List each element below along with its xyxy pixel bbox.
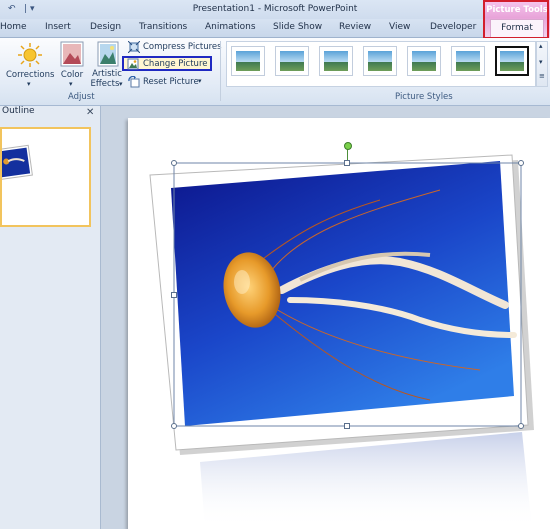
resize-handle-n[interactable] [344,160,350,166]
corrections-icon[interactable] [17,42,43,68]
slide-thumbnail[interactable] [0,127,91,227]
picture[interactable] [128,118,550,529]
tab-animations[interactable]: Animations [205,22,256,32]
tab-slide-show[interactable]: Slide Show [273,22,322,32]
picture-styles-group-label: Picture Styles [395,92,453,102]
picture-style-6[interactable] [451,46,485,76]
tab-home[interactable]: Home [0,22,27,32]
change-picture-button[interactable]: Change Picture [143,59,207,69]
window-title: Presentation1 - Microsoft PowerPoint [192,4,358,14]
close-pane-icon[interactable]: ✕ [86,107,94,118]
tab-transitions[interactable]: Transitions [139,22,187,32]
picture-style-7[interactable] [495,46,529,76]
artistic-effects-dropdown-icon[interactable]: ▾ [119,80,123,88]
artistic-effects-icon[interactable] [97,41,119,67]
adjust-group-label: Adjust [68,92,95,102]
color-button[interactable]: Color [58,70,86,80]
rotation-handle[interactable] [344,142,352,150]
tab-review[interactable]: Review [339,22,371,32]
corrections-dropdown-icon[interactable]: ▾ [27,80,31,88]
reset-picture-button[interactable]: Reset Picture [143,77,199,87]
compress-pictures-button[interactable]: Compress Pictures [143,42,222,52]
color-dropdown-icon[interactable]: ▾ [69,80,73,88]
reset-picture-icon[interactable] [128,75,140,88]
highlight-picture-tools [483,0,549,39]
tab-insert[interactable]: Insert [45,22,71,32]
slide-thumbnail-image [0,144,33,181]
gallery-up-icon[interactable]: ▴ [539,42,543,50]
change-picture-icon[interactable] [127,58,139,70]
picture-style-4[interactable] [363,46,397,76]
corrections-button[interactable]: Corrections [6,70,54,80]
resize-handle-w[interactable] [171,292,177,298]
tab-outline[interactable]: Outline [0,106,38,121]
gallery-more-icon[interactable]: ≡ [539,72,545,80]
picture-style-1[interactable] [231,46,265,76]
picture-style-3[interactable] [319,46,353,76]
resize-handle-ne[interactable] [518,160,524,166]
artistic-effects-label-1[interactable]: Artistic [90,69,124,79]
picture-style-2[interactable] [275,46,309,76]
color-icon[interactable] [60,41,84,67]
resize-handle-se[interactable] [518,423,524,429]
artistic-effects-label-2[interactable]: Effects [88,79,122,89]
tab-developer[interactable]: Developer [430,22,476,32]
reset-picture-dropdown-icon[interactable]: ▾ [198,77,202,85]
resize-handle-s[interactable] [344,423,350,429]
resize-handle-nw[interactable] [171,160,177,166]
tab-design[interactable]: Design [90,22,121,32]
tab-view[interactable]: View [389,22,410,32]
compress-pictures-icon[interactable] [127,40,141,54]
group-divider [220,41,221,101]
resize-handle-sw[interactable] [171,423,177,429]
gallery-down-icon[interactable]: ▾ [539,58,543,66]
picture-style-5[interactable] [407,46,441,76]
